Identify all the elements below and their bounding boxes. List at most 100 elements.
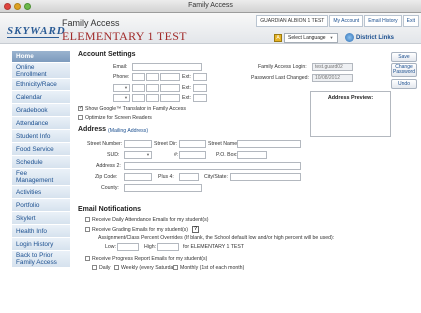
address2-field[interactable] bbox=[124, 162, 301, 170]
phone2-prefix-field[interactable] bbox=[146, 84, 159, 92]
phone-ext-field[interactable] bbox=[193, 73, 207, 81]
city-state-label: City/State: bbox=[204, 174, 228, 180]
help-icon[interactable]: ? bbox=[192, 226, 200, 233]
sidebar-item-skylert[interactable]: Skylert bbox=[12, 212, 70, 225]
email-notifications-title: Email Notifications bbox=[78, 206, 142, 213]
ext-label: Ext: bbox=[182, 74, 191, 80]
translator-checkbox[interactable] bbox=[78, 105, 83, 111]
sidebar-item-health-info[interactable]: Health Info bbox=[12, 225, 70, 238]
phone-line-field[interactable] bbox=[160, 73, 180, 81]
progress-report-checkbox[interactable] bbox=[85, 256, 90, 261]
email-label: Email: bbox=[113, 64, 128, 70]
phone3-prefix-field[interactable] bbox=[146, 94, 159, 102]
window-title: Family Access bbox=[188, 2, 233, 9]
address-title: Address bbox=[78, 126, 107, 133]
weekly-radio[interactable] bbox=[114, 265, 119, 270]
phone3-area-field[interactable] bbox=[132, 94, 145, 102]
po-box-label: P.O. Box: bbox=[216, 152, 238, 158]
my-account-link[interactable]: My Account bbox=[329, 15, 364, 27]
street-number-label: Street Number: bbox=[87, 141, 123, 147]
sud-select[interactable]: ▼ bbox=[124, 151, 152, 159]
phone-prefix-field[interactable] bbox=[146, 73, 159, 81]
sidebar-nav: Home Online Enrollment Ethnicity/Race Ca… bbox=[12, 51, 70, 268]
sidebar-item-back-to-prior[interactable]: Back to Prior Family Access bbox=[12, 251, 70, 268]
high-label: High: bbox=[144, 244, 157, 250]
sidebar-item-attendance[interactable]: Attendance bbox=[12, 117, 70, 130]
sidebar-item-portfolio[interactable]: Portfolio bbox=[12, 199, 70, 212]
sidebar-item-fee-management[interactable]: Fee Management bbox=[12, 169, 70, 186]
chevron-down-icon: ▼ bbox=[329, 35, 334, 40]
sidebar-item-calendar[interactable]: Calendar bbox=[12, 91, 70, 104]
chevron-down-icon: ▼ bbox=[124, 95, 128, 100]
zip-field[interactable] bbox=[124, 173, 152, 181]
phone-type-select-2[interactable]: ▼ bbox=[113, 84, 130, 92]
sidebar-item-food-service[interactable]: Food Service bbox=[12, 143, 70, 156]
sud-label: SUD: bbox=[107, 152, 120, 158]
phone3-ext-field[interactable] bbox=[193, 94, 207, 102]
password-changed-value: 10/08/2012 bbox=[312, 74, 353, 82]
phone3-line-field[interactable] bbox=[160, 94, 180, 102]
sidebar-item-schedule[interactable]: Schedule bbox=[12, 156, 70, 169]
street-name-field[interactable] bbox=[237, 140, 301, 148]
number-label: #: bbox=[174, 152, 179, 158]
po-box-field[interactable] bbox=[237, 151, 267, 159]
street-dir-label: Street Dir: bbox=[154, 141, 178, 147]
grading-checkbox[interactable] bbox=[85, 227, 90, 232]
monthly-radio[interactable] bbox=[173, 265, 178, 270]
ext-label-2: Ext: bbox=[182, 85, 191, 91]
exit-link[interactable]: Exit bbox=[402, 15, 419, 27]
skyward-logo: SKYWARD bbox=[7, 25, 66, 37]
county-field[interactable] bbox=[124, 184, 202, 192]
phone-type-select-3[interactable]: ▼ bbox=[113, 94, 130, 102]
daily-attendance-checkbox[interactable] bbox=[85, 217, 90, 222]
sidebar-item-student-info[interactable]: Student Info bbox=[12, 130, 70, 143]
address-preview-box: Address Preview: bbox=[310, 91, 391, 137]
phone-area-field[interactable] bbox=[132, 73, 145, 81]
window-titlebar: Family Access bbox=[0, 0, 421, 13]
language-select[interactable]: Select Language ▼ bbox=[284, 33, 338, 43]
zip-label: Zip Code: bbox=[95, 174, 118, 180]
street-dir-field[interactable] bbox=[179, 140, 206, 148]
address-preview-title: Address Preview: bbox=[327, 95, 374, 101]
district-links[interactable]: District Links bbox=[345, 33, 394, 42]
override-text: Assignment/Class Percent Overrides (If b… bbox=[98, 235, 335, 241]
mailing-address-link[interactable]: (Mailing Address) bbox=[108, 128, 148, 134]
chevron-down-icon: ▼ bbox=[124, 85, 128, 90]
screen-reader-checkbox[interactable] bbox=[78, 115, 83, 120]
sidebar-item-activities[interactable]: Activities bbox=[12, 186, 70, 199]
undo-button[interactable]: Undo bbox=[391, 79, 417, 89]
plus4-field[interactable] bbox=[179, 173, 199, 181]
high-percent-field[interactable] bbox=[157, 243, 179, 251]
city-state-field[interactable] bbox=[230, 173, 301, 181]
weekly-label: Weekly (every Saturday) bbox=[121, 265, 178, 271]
change-password-button[interactable]: Change Password bbox=[391, 63, 417, 77]
phone2-area-field[interactable] bbox=[132, 84, 145, 92]
sidebar-item-login-history[interactable]: Login History bbox=[12, 238, 70, 251]
language-selector[interactable]: A Select Language ▼ bbox=[274, 33, 338, 43]
low-percent-field[interactable] bbox=[117, 243, 139, 251]
main-content: Account Settings Email: Phone: Ext: ▼ Ex… bbox=[75, 49, 421, 313]
login-value: test.guard02 bbox=[312, 63, 353, 71]
email-history-link[interactable]: Email History bbox=[364, 15, 402, 27]
sidebar-item-home[interactable]: Home bbox=[12, 51, 70, 63]
ext-label-3: Ext: bbox=[182, 95, 191, 101]
school-name: ELEMENTARY 1 TEST bbox=[62, 29, 187, 43]
sidebar-item-online-enrollment[interactable]: Online Enrollment bbox=[12, 63, 70, 79]
phone2-ext-field[interactable] bbox=[193, 84, 207, 92]
unit-number-field[interactable] bbox=[179, 151, 206, 159]
password-changed-label: Password Last Changed: bbox=[251, 75, 309, 81]
translate-icon: A bbox=[274, 34, 282, 42]
chevron-down-icon: ▼ bbox=[146, 152, 150, 157]
street-number-field[interactable] bbox=[124, 140, 152, 148]
grading-label: Receive Grading Emails for my student(s) bbox=[92, 227, 189, 233]
phone2-line-field[interactable] bbox=[160, 84, 180, 92]
plus4-label: Plus 4: bbox=[158, 174, 174, 180]
daily-radio[interactable] bbox=[92, 265, 97, 270]
top-links: GUARDIAN ALBION 1 TEST My Account Email … bbox=[256, 15, 419, 27]
sidebar-item-gradebook[interactable]: Gradebook bbox=[12, 104, 70, 117]
email-field[interactable] bbox=[132, 63, 202, 71]
sidebar-item-ethnicity-race[interactable]: Ethnicity/Race bbox=[12, 79, 70, 91]
daily-attendance-label: Receive Daily Attendance Emails for my s… bbox=[92, 217, 209, 223]
account-settings-title: Account Settings bbox=[78, 51, 136, 58]
save-button[interactable]: Save bbox=[391, 52, 417, 62]
